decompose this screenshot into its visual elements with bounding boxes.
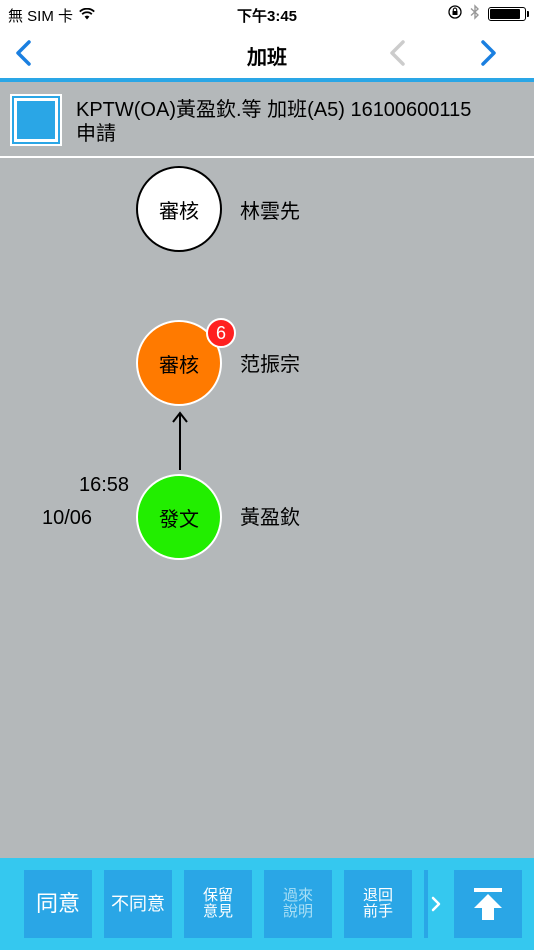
come-explain-button[interactable]: 過來 說明 xyxy=(264,870,332,938)
flow-node-label: 發文 xyxy=(159,508,199,531)
reserve-opinion-button[interactable]: 保留 意見 xyxy=(184,870,252,938)
flow-node-person: 黃盈欽 xyxy=(240,507,300,529)
scroll-to-top-button[interactable] xyxy=(454,870,522,938)
document-subtitle: 申請 xyxy=(76,123,116,145)
flow-node-dispatch[interactable]: 發文 xyxy=(136,474,222,560)
return-previous-label: 退回 前手 xyxy=(363,888,393,920)
next-button[interactable] xyxy=(472,38,502,68)
action-toolbar: 同意 不同意 保留 意見 過來 說明 退回 前手 xyxy=(0,858,534,950)
bluetooth-icon xyxy=(470,4,480,24)
label-line-2: 前手 xyxy=(362,903,393,920)
disagree-button[interactable]: 不同意 xyxy=(104,870,172,938)
label-line-1: 過來 xyxy=(282,887,313,904)
reserve-opinion-label: 保留 意見 xyxy=(203,888,233,920)
flow-node-date: 10/06 xyxy=(42,507,93,529)
nav-bar: 加班 xyxy=(0,28,534,82)
toolbar-divider xyxy=(424,870,428,938)
label-line-1: 保留 xyxy=(202,887,233,904)
label-line-1: 退回 xyxy=(362,887,393,904)
chevron-left-icon xyxy=(390,40,405,66)
arrow-to-top-icon xyxy=(474,888,502,920)
return-previous-button[interactable]: 退回 前手 xyxy=(344,870,412,938)
battery-icon xyxy=(488,7,529,21)
flow-arrow-icon xyxy=(172,411,188,470)
flow-node-person: 范振宗 xyxy=(240,354,300,376)
label-line-2: 說明 xyxy=(282,903,313,920)
orientation-lock-icon xyxy=(448,5,462,23)
flow-node-person: 林雲先 xyxy=(240,201,300,223)
document-title-text: KPTW(OA)黃盈欽.等 加班(A5) 16100600115 xyxy=(76,99,472,121)
chevron-right-icon xyxy=(431,896,441,912)
agree-button[interactable]: 同意 xyxy=(24,870,92,938)
approval-flow: 審核 林雲先 審核 6 范振宗 16:58 10/06 發文 黃盈欽 xyxy=(0,158,534,858)
flow-node-time: 16:58 xyxy=(79,474,130,496)
document-title: KPTW(OA)黃盈欽.等 加班(A5) 16100600115 申請 xyxy=(76,98,524,146)
battery-fill xyxy=(490,9,521,19)
notification-badge: 6 xyxy=(206,318,236,348)
status-bar: 無 SIM 卡 下午3:45 xyxy=(0,0,534,28)
label-line-2: 意見 xyxy=(202,903,233,920)
chevron-right-icon xyxy=(481,40,496,66)
document-icon xyxy=(10,94,62,146)
document-header: KPTW(OA)黃盈欽.等 加班(A5) 16100600115 申請 xyxy=(0,82,534,158)
come-explain-label: 過來 說明 xyxy=(283,888,313,920)
more-actions-button[interactable] xyxy=(424,870,448,938)
page-title: 加班 xyxy=(247,47,287,69)
flow-node-label: 審核 xyxy=(159,200,199,223)
previous-button[interactable] xyxy=(384,38,414,68)
flow-node-review-1[interactable]: 審核 xyxy=(136,166,222,252)
flow-node-label: 審核 xyxy=(159,354,199,377)
status-right xyxy=(448,4,529,24)
